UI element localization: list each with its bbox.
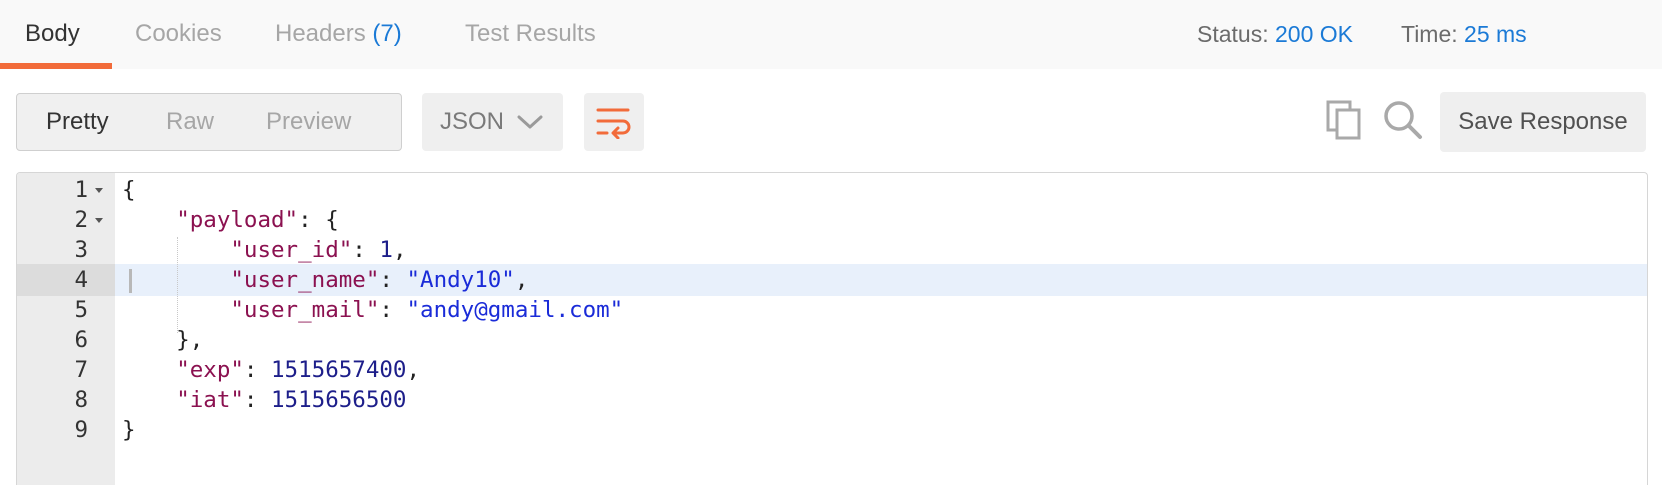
json-punctuation: :: [352, 237, 380, 263]
json-punctuation: [122, 387, 176, 413]
view-mode-group: Pretty Raw Preview: [16, 93, 402, 151]
json-punctuation: },: [122, 327, 204, 353]
line-number: 7: [74, 357, 88, 383]
json-number: 1515657400: [271, 357, 407, 383]
json-punctuation: ,: [514, 267, 529, 293]
tab-test-results[interactable]: Test Results: [465, 0, 596, 69]
json-punctuation: [122, 357, 176, 383]
line-number-cell: [17, 414, 115, 446]
view-preview-button[interactable]: Preview: [266, 94, 351, 150]
code-text: {: [122, 174, 136, 206]
code-line[interactable]: 3 "user_id": 1,: [17, 234, 1647, 266]
tab-body[interactable]: Body: [25, 0, 80, 69]
code-text: },: [122, 324, 203, 356]
code-line[interactable]: 4 "user_name": "Andy10",: [17, 264, 1647, 296]
response-body-editor[interactable]: 1{2 "payload": {3 "user_id": 1, 4 "user_n…: [16, 172, 1648, 485]
line-number: 1: [74, 177, 88, 203]
json-punctuation: : {: [298, 207, 339, 233]
json-punctuation: ,: [392, 237, 407, 263]
line-number: 9: [74, 417, 88, 443]
code-text: "payload": {: [122, 204, 339, 236]
json-string: "andy@gmail.com": [406, 297, 624, 323]
code-text: "user_id": 1,: [122, 234, 406, 266]
json-string: "Andy10": [406, 267, 515, 293]
line-number-cell: [17, 294, 115, 326]
json-punctuation: {: [122, 177, 136, 203]
line-number: 2: [74, 207, 88, 233]
response-tab-bar: Body Cookies Headers (7) Test Results St…: [0, 0, 1662, 70]
json-key: "payload": [176, 207, 299, 233]
view-raw-button[interactable]: Raw: [166, 94, 214, 150]
status-value[interactable]: 200 OK: [1275, 21, 1353, 47]
time-label: Time:: [1401, 21, 1458, 47]
copy-icon[interactable]: [1325, 99, 1363, 141]
code-text: "user_name": "Andy10",: [122, 264, 528, 296]
wrap-lines-icon: [596, 108, 631, 139]
line-number-cell: [17, 234, 115, 266]
fold-toggle-icon[interactable]: [95, 188, 103, 193]
wrap-lines-button[interactable]: [584, 93, 644, 151]
format-select[interactable]: JSON: [422, 93, 563, 151]
view-pretty-button[interactable]: Pretty: [46, 94, 109, 150]
fold-toggle-icon[interactable]: [95, 218, 103, 223]
indent-guide: [177, 237, 178, 333]
code-text: "exp": 1515657400,: [122, 354, 420, 386]
code-line[interactable]: 6 },: [17, 324, 1647, 356]
status-label: Status:: [1197, 21, 1269, 47]
search-icon[interactable]: [1382, 99, 1424, 141]
json-key: "user_name": [230, 267, 380, 293]
line-number-cell: [17, 264, 115, 296]
code-text: }: [122, 414, 136, 446]
line-number: 3: [74, 237, 88, 263]
line-number-cell: [17, 324, 115, 356]
code-line[interactable]: 1{: [17, 174, 1647, 206]
json-key: "iat": [176, 387, 244, 413]
code-text: "user_mail": "andy@gmail.com": [122, 294, 623, 326]
line-number-cell: [17, 354, 115, 386]
headers-count-badge: (7): [372, 20, 402, 47]
code-text: "iat": 1515656500: [122, 384, 406, 416]
code-line[interactable]: 9}: [17, 414, 1647, 446]
json-punctuation: ,: [406, 357, 421, 383]
code-line[interactable]: 5 "user_mail": "andy@gmail.com": [17, 294, 1647, 326]
json-key: "exp": [176, 357, 244, 383]
time-value[interactable]: 25 ms: [1464, 21, 1527, 47]
json-key: "user_id": [230, 237, 353, 263]
json-number: 1: [379, 237, 393, 263]
json-punctuation: }: [122, 417, 136, 443]
json-punctuation: :: [379, 297, 407, 323]
json-punctuation: :: [243, 357, 272, 383]
code-line[interactable]: 8 "iat": 1515656500: [17, 384, 1647, 416]
response-toolbar: Pretty Raw Preview JSON Save Response: [0, 69, 1662, 173]
tab-headers-label: Headers: [275, 20, 366, 47]
save-response-button[interactable]: Save Response: [1440, 92, 1646, 152]
tab-cookies[interactable]: Cookies: [135, 0, 222, 69]
code-line[interactable]: 7 "exp": 1515657400,: [17, 354, 1647, 386]
json-number: 1515656500: [271, 387, 407, 413]
time-indicator: Time: 25 ms: [1401, 0, 1527, 69]
json-punctuation: [122, 207, 176, 233]
line-number: 4: [74, 267, 88, 293]
line-number: 5: [74, 297, 88, 323]
status-indicator: Status: 200 OK: [1197, 0, 1353, 69]
chevron-down-icon: [517, 115, 543, 129]
code-line[interactable]: 2 "payload": {: [17, 204, 1647, 236]
json-key: "user_mail": [230, 297, 380, 323]
format-select-value: JSON: [440, 108, 505, 135]
line-number-cell: [17, 384, 115, 416]
line-number: 8: [74, 387, 88, 413]
json-punctuation: :: [243, 387, 272, 413]
tab-headers[interactable]: Headers (7): [275, 0, 402, 69]
json-punctuation: :: [379, 267, 407, 293]
line-number: 6: [74, 327, 88, 353]
